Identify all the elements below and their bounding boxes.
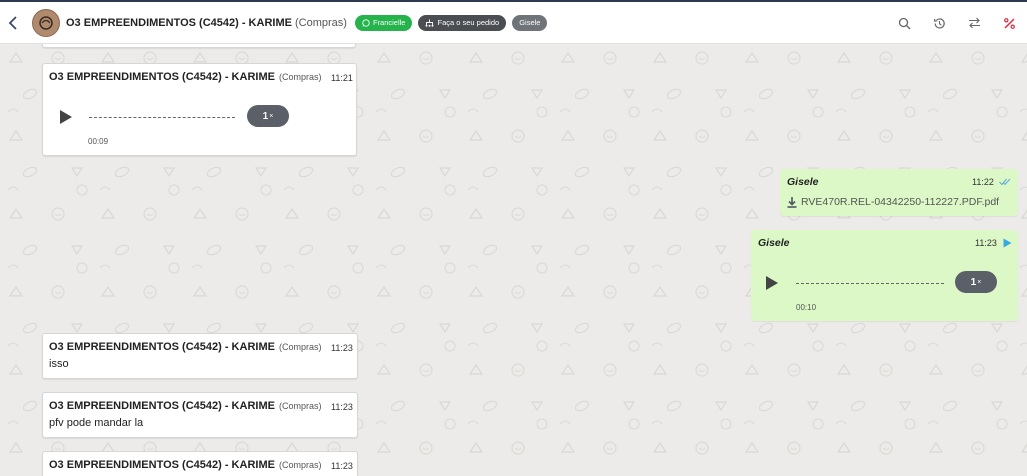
message-bubble-partial[interactable] <box>42 44 356 48</box>
message-sender: Gisele <box>787 176 819 188</box>
audio-progress-track[interactable] <box>796 283 944 284</box>
sender-department: (Compras) <box>278 72 322 82</box>
finish-button[interactable] <box>992 17 1027 30</box>
avatar[interactable] <box>32 8 60 37</box>
history-icon <box>933 17 945 29</box>
sender-name: O3 EMPREENDIMENTOS (C4542) - KARIME <box>49 400 275 412</box>
transfer-button[interactable] <box>957 17 992 29</box>
message-time: 11:21 <box>331 73 353 83</box>
audio-progress-track[interactable] <box>89 117 235 118</box>
double-check-icon <box>999 178 1011 186</box>
audio-duration: 00:10 <box>796 303 817 312</box>
contact-name: O3 EMPREENDIMENTOS (C4542) - KARIME <box>66 16 292 29</box>
playback-speed-value: 1 <box>262 110 269 122</box>
sender-name: O3 EMPREENDIMENTOS (C4542) - KARIME <box>49 341 275 353</box>
sitemap-icon <box>425 19 434 27</box>
message-time: 11:23 <box>331 343 353 353</box>
play-icon[interactable] <box>59 109 73 125</box>
message-bubble-text[interactable]: O3 EMPREENDIMENTOS (C4542) - KARIME (Comp… <box>42 451 358 476</box>
message-sender: O3 EMPREENDIMENTOS (C4542) - KARIME (Comp… <box>49 459 321 471</box>
contact-department: (Compras) <box>295 16 347 29</box>
history-button[interactable] <box>922 17 957 30</box>
search-button[interactable] <box>887 17 922 30</box>
playback-speed-unit: × <box>269 112 274 120</box>
message-bubble-text[interactable]: O3 EMPREENDIMENTOS (C4542) - KARIME (Comp… <box>42 333 358 379</box>
tag-flow[interactable]: Faça o seu pedido <box>418 14 507 31</box>
message-time: 11:22 <box>972 177 994 187</box>
header-actions <box>887 2 1027 44</box>
transfer-icon <box>969 17 980 29</box>
sender-department: (Compras) <box>278 342 322 352</box>
tag-flow-label: Faça o seu pedido <box>437 18 500 27</box>
audio-duration: 00:09 <box>88 137 109 146</box>
message-text: pfv pode mandar la <box>49 417 144 429</box>
message-sender: O3 EMPREENDIMENTOS (C4542) - KARIME (Comp… <box>49 400 321 412</box>
tag-agent-label: Gisele <box>519 18 541 27</box>
message-time: 11:23 <box>331 461 353 471</box>
chevron-left-icon <box>8 15 17 30</box>
whatsapp-icon <box>362 18 370 27</box>
sender-name: O3 EMPREENDIMENTOS (C4542) - KARIME <box>49 71 275 83</box>
playback-speed-button[interactable]: 1 × <box>955 271 997 293</box>
message-time: 11:23 <box>975 238 997 248</box>
tag-attendant-label: Francielle <box>372 18 406 27</box>
play-icon[interactable] <box>765 275 779 291</box>
finish-icon <box>1004 17 1015 29</box>
message-time: 11:23 <box>331 402 353 412</box>
tag-agent[interactable]: Gisele <box>512 14 548 31</box>
back-button[interactable] <box>0 3 26 43</box>
playback-speed-value: 1 <box>970 276 977 288</box>
message-bubble-file[interactable]: Gisele 11:22 RVE470R.REL-04342250-112227… <box>780 169 1018 216</box>
message-bubble-text[interactable]: O3 EMPREENDIMENTOS (C4542) - KARIME (Comp… <box>42 392 358 438</box>
search-icon <box>898 17 911 29</box>
sender-department: (Compras) <box>278 401 322 411</box>
chat-area[interactable]: O3 EMPREENDIMENTOS (C4542) - KARIME (Comp… <box>0 44 1027 476</box>
message-bubble-audio-out[interactable]: Gisele 11:23 1 × 00:10 <box>751 230 1018 321</box>
chat-header: O3 EMPREENDIMENTOS (C4542) - KARIME (Com… <box>0 0 1027 44</box>
playback-speed-unit: × <box>977 278 982 286</box>
message-sender: O3 EMPREENDIMENTOS (C4542) - KARIME (Comp… <box>49 71 321 83</box>
contact-title[interactable]: O3 EMPREENDIMENTOS (C4542) - KARIME (Com… <box>66 17 347 29</box>
message-sender: O3 EMPREENDIMENTOS (C4542) - KARIME (Comp… <box>49 341 321 353</box>
logo-icon <box>39 15 53 30</box>
file-name: RVE470R.REL-04342250-112227.PDF.pdf <box>801 196 1000 208</box>
sender-name: O3 EMPREENDIMENTOS (C4542) - KARIME <box>49 459 275 471</box>
status-play-icon <box>1003 238 1012 248</box>
message-bubble-audio[interactable]: O3 EMPREENDIMENTOS (C4542) - KARIME (Comp… <box>42 63 357 156</box>
download-icon <box>787 196 797 208</box>
sender-department: (Compras) <box>278 460 322 470</box>
message-text: isso <box>49 358 69 370</box>
playback-speed-button[interactable]: 1 × <box>247 105 289 127</box>
tag-attendant[interactable]: Francielle <box>354 14 413 31</box>
file-attachment[interactable]: RVE470R.REL-04342250-112227.PDF.pdf <box>787 196 999 208</box>
message-sender: Gisele <box>758 237 790 249</box>
